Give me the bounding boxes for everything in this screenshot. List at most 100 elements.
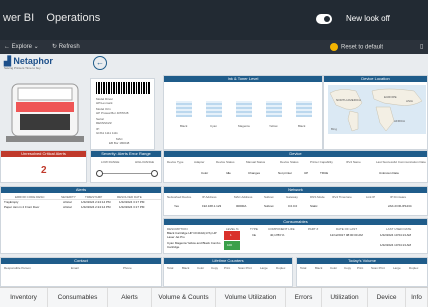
severity-range-title: Severity: Alerts Error Range [91, 151, 161, 157]
map-region-label: ASIA [406, 99, 413, 103]
lifetime-col-header: Large [260, 266, 268, 270]
explore-button[interactable]: ← Explore ⌄ [4, 43, 39, 50]
page-tabs: Inventory Consumables Alerts Volume & Co… [0, 287, 428, 307]
consumable-desc: Cyan Magenta Yellow and Black Combo Cart… [167, 241, 221, 249]
workspace-name[interactable]: Operations [46, 12, 100, 24]
today-col-header: Black [315, 266, 323, 270]
ink-label: Cyan [210, 124, 218, 128]
mac-value: EB Bor 180048 [109, 141, 130, 145]
todays-volume-title: Today's Volume [297, 258, 427, 264]
consumables-col-header: TYPE [250, 227, 258, 231]
network-value: Subnet [264, 204, 274, 208]
network-value: 00000A [236, 204, 247, 208]
map-attribution: Bing [331, 127, 338, 131]
tab-alerts[interactable]: Alerts [108, 288, 152, 307]
lifetime-col-header: Scan Print [238, 266, 252, 270]
today-col-header: Scan Print [371, 266, 385, 270]
ink-bar[interactable] [296, 101, 312, 117]
device-col-header: Last Successful Communication Date [376, 160, 426, 164]
lifetime-counters-title: Lifetime Counters [164, 258, 292, 264]
device-value: TRUE [320, 171, 329, 175]
network-value: Yes [174, 204, 179, 208]
new-look-label: New look off [346, 14, 390, 23]
consumables-col-header: PART # [308, 227, 319, 231]
severity-slider-min-handle[interactable] [96, 170, 103, 177]
ink-bar[interactable] [236, 101, 252, 117]
network-value: Static [310, 204, 318, 208]
consumable-level: 1 [230, 233, 232, 237]
network-col-header: MAC Address [234, 195, 253, 199]
network-value: 2AK-FOR-IP1234 [388, 204, 412, 208]
world-map [329, 88, 423, 132]
model-driver-value: HP/Lexmark [96, 101, 113, 105]
consumable-life: 40,1783 % [270, 233, 285, 237]
ink-bar[interactable] [206, 101, 222, 117]
device-location-panel: Device Location NORTH AMERICA EUROPE ASI… [323, 75, 428, 150]
today-col-header: Color [330, 266, 338, 270]
lifetime-col-header: Color [197, 266, 205, 270]
consumables-col-header: LAST USED DATE [386, 227, 412, 231]
todays-volume-panel: Today's Volume Total Black Color Copy Pr… [296, 257, 428, 287]
today-col-header: Duplex [409, 266, 419, 270]
consumables-title: Consumables [164, 219, 427, 225]
alert-resolved: 1/22/2024 3:17 PM [119, 205, 145, 209]
device-location-title: Device Location [324, 76, 427, 82]
contact-col-header: Responsible Person [4, 266, 31, 270]
barcode [96, 82, 151, 94]
unresolved-alerts-count: 2 [41, 165, 47, 176]
alerts-title: Alerts [1, 187, 161, 193]
alert-severity: critical [63, 200, 72, 204]
network-col-header: IP Firmware [390, 195, 407, 199]
location-map[interactable]: NORTH AMERICA EUROPE ASIA AFRICA Bing [328, 85, 426, 134]
tab-volume-counts[interactable]: Volume & Counts [152, 288, 216, 307]
severity-slider-max-handle[interactable] [151, 170, 158, 177]
network-col-header: Networked Device [167, 195, 192, 199]
tab-info[interactable]: Info [406, 288, 428, 307]
tab-consumables[interactable]: Consumables [48, 288, 108, 307]
tab-errors[interactable]: Errors [286, 288, 322, 307]
today-col-header: Copy [344, 266, 352, 270]
model-value: HP Proteal Bor 4PPRU8 [96, 111, 129, 115]
refresh-button[interactable]: ↻ Refresh [52, 43, 80, 50]
severity-slider-track[interactable] [99, 173, 155, 174]
reset-label: Reset to default [341, 44, 384, 51]
device-info-panel: Device Device Type Adapter Device Status… [163, 150, 428, 183]
back-button[interactable]: ← [93, 56, 107, 70]
ink-bar[interactable] [266, 101, 282, 117]
consumable-level: 100 [227, 243, 233, 247]
printer-label: HL8VDE [30, 89, 48, 94]
alert-desc: TrayEmpty [4, 200, 19, 204]
alert-severity: critical [63, 205, 72, 209]
network-col-header: IPv4 Timezone [332, 195, 352, 199]
alert-desc: Paper Jam in 2 Front Door [4, 205, 40, 209]
logo-area: ▟ Netaphor Saving Printers Time to buy [0, 54, 87, 74]
tab-volume-utilization[interactable]: Volume Utilization [216, 288, 286, 307]
new-look-toggle[interactable] [316, 14, 332, 24]
app-topbar: wer BI Operations New look off [0, 0, 428, 40]
ink-label: Black [180, 124, 188, 128]
logo-subtitle: Saving Printers Time to buy [4, 66, 41, 70]
ink-label: Yellow [269, 124, 278, 128]
lifetime-col-header: Duplex [276, 266, 286, 270]
tab-device[interactable]: Device [368, 288, 406, 307]
tab-utilization[interactable]: Utilization [322, 288, 368, 307]
device-col-header: Manual Status [246, 160, 266, 164]
ink-bar[interactable] [176, 101, 192, 117]
ink-label: Magenta [238, 124, 250, 128]
contact-col-header: Email [71, 266, 79, 270]
bookmark-icon[interactable]: ▯ [420, 43, 423, 50]
device-info-title: Device [164, 151, 427, 157]
lifetime-col-header: Total [167, 266, 174, 270]
device-value: Color [201, 171, 209, 175]
report-toolbar: ← Explore ⌄ ↻ Refresh Reset to default ▯ [0, 40, 428, 54]
tab-inventory[interactable]: Inventory [0, 288, 48, 307]
reset-default-button[interactable]: Reset to default [330, 43, 383, 51]
device-value: Unknown Data [379, 171, 399, 175]
lifetime-counters-panel: Lifetime Counters Total Black Color Copy… [163, 257, 293, 287]
device-value: Idle [226, 171, 231, 175]
today-col-header: Large [393, 266, 401, 270]
level-low-indicator [224, 231, 240, 240]
ink-label: Black [298, 124, 306, 128]
today-col-header: Print [357, 266, 364, 270]
ip-value: GNS1 1111 1111 [96, 131, 118, 135]
